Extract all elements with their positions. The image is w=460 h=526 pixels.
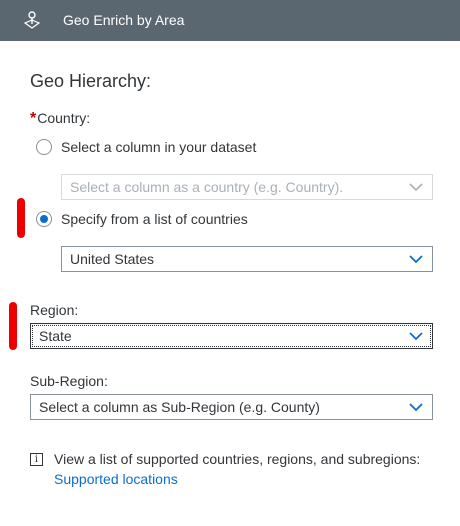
annotation-mark-country <box>17 198 25 238</box>
dialog-title: Geo Enrich by Area <box>63 12 185 28</box>
country-label: *Country: <box>30 110 90 128</box>
chevron-down-icon[interactable] <box>408 330 424 342</box>
region-select[interactable]: State <box>30 323 433 349</box>
section-title: Geo Hierarchy: <box>30 71 152 91</box>
sub-region-select[interactable]: Select a column as Sub-Region (e.g. Coun… <box>30 394 433 420</box>
country-label-text: Country: <box>37 110 91 126</box>
supported-locations-link[interactable]: Supported locations <box>54 471 178 487</box>
info-text: View a list of supported countries, regi… <box>54 451 421 467</box>
country-list-select[interactable]: United States <box>61 246 433 272</box>
sub-region-label: Sub-Region: <box>30 373 108 389</box>
required-marker: * <box>30 110 37 127</box>
annotation-mark-region <box>9 302 17 350</box>
radio-button[interactable] <box>36 139 52 155</box>
region-value: State <box>39 328 72 344</box>
info-icon: i <box>30 453 43 466</box>
radio-button-checked[interactable] <box>36 211 52 227</box>
sub-region-value: Select a column as Sub-Region (e.g. Coun… <box>39 399 320 415</box>
chevron-down-icon[interactable] <box>408 253 424 265</box>
chevron-down-icon <box>409 183 423 192</box>
country-column-placeholder: Select a column as a country (e.g. Count… <box>70 179 344 195</box>
region-label: Region: <box>30 302 79 318</box>
chevron-down-icon[interactable] <box>408 401 424 413</box>
geo-pin-icon <box>23 11 41 29</box>
country-column-select: Select a column as a country (e.g. Count… <box>61 174 433 200</box>
country-list-value: United States <box>70 251 155 267</box>
dialog-header: Geo Enrich by Area <box>0 0 460 41</box>
radio-select-column[interactable]: Select a column in your dataset <box>36 139 256 155</box>
radio-specify-list-label: Specify from a list of countries <box>61 211 248 227</box>
radio-select-column-label: Select a column in your dataset <box>61 139 257 155</box>
radio-specify-list[interactable]: Specify from a list of countries <box>36 211 248 227</box>
